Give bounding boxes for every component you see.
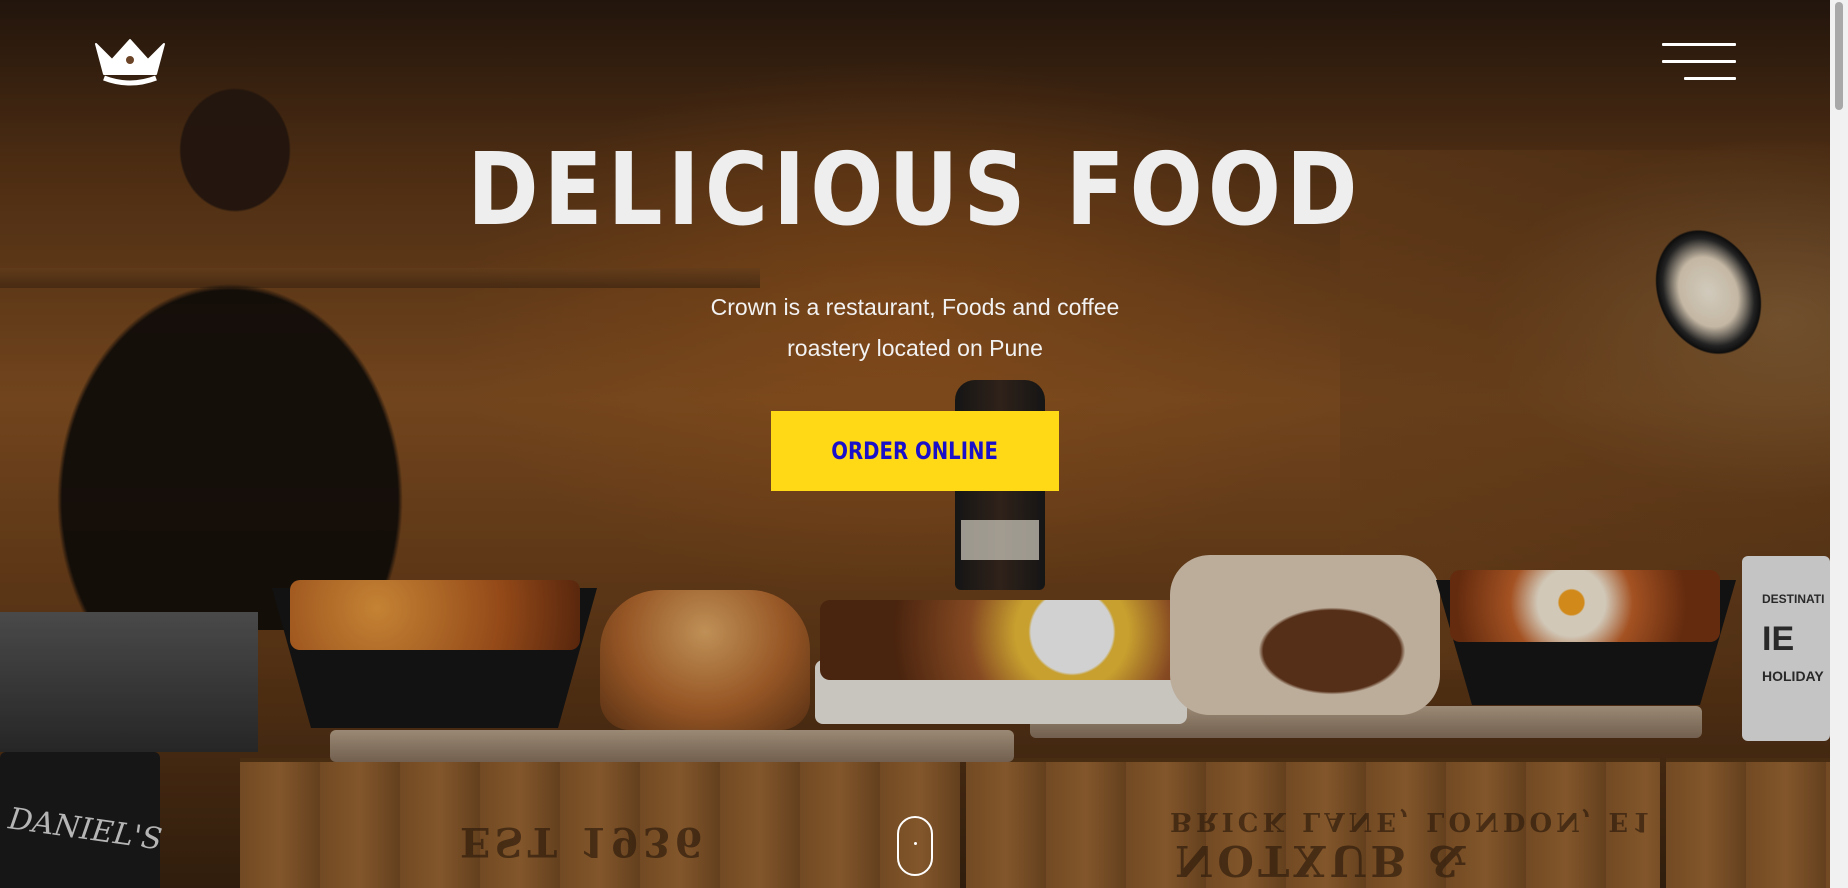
- scrollbar-thumb[interactable]: [1835, 2, 1843, 110]
- page-scrollbar[interactable]: [1830, 0, 1848, 888]
- crown-icon: [95, 39, 165, 86]
- crown-logo[interactable]: [94, 38, 166, 86]
- hero-headline: DELICIOUS FOOD: [467, 131, 1363, 248]
- hamburger-menu-button[interactable]: [1662, 42, 1736, 82]
- order-online-label: ORDER ONLINE: [831, 437, 999, 465]
- hero-subtitle-line-2: roastery located on Pune: [787, 335, 1043, 361]
- hamburger-menu-icon: [1662, 43, 1736, 46]
- mouse-scroll-icon[interactable]: [897, 816, 933, 876]
- hero-subtitle-line-1: Crown is a restaurant, Foods and coffee: [710, 294, 1120, 320]
- hero-subtitle: Crown is a restaurant, Foods and coffee …: [665, 287, 1165, 369]
- order-online-button[interactable]: ORDER ONLINE: [771, 411, 1059, 491]
